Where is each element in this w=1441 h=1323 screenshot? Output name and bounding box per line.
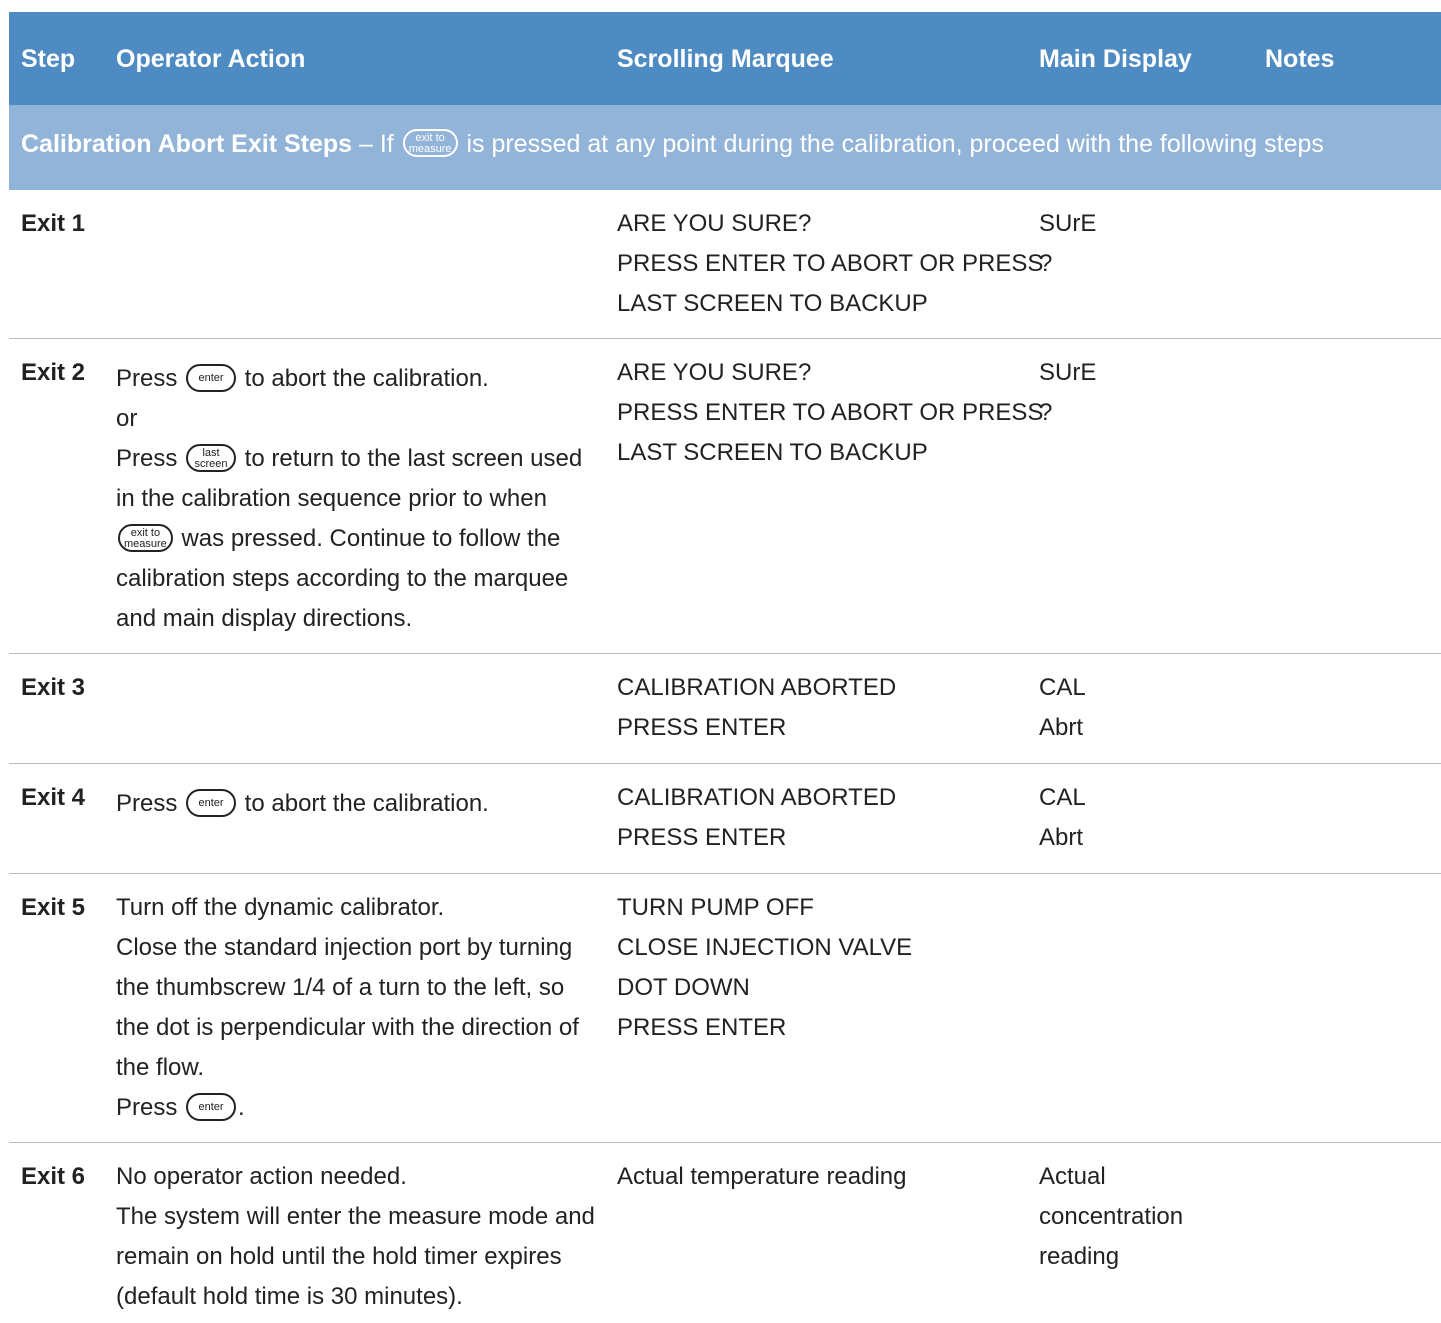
step-label: Exit 3 [21,674,86,701]
step-label: Exit 5 [21,894,86,921]
header-main-display: Main Display [1039,45,1192,73]
enter-key-icon: enter [186,788,237,817]
header-step: Step [21,45,76,73]
marquee-text: CALIBRATION ABORTED PRESS ENTER [617,784,897,851]
marquee-text: TURN PUMP OFF CLOSE INJECTION VALVE DOT … [617,894,913,1041]
marquee-text: ARE YOU SURE? PRESS ENTER TO ABORT OR PR… [617,359,1044,466]
table-header: Step Operator Action Scrolling Marquee M… [9,12,1441,105]
enter-key-icon: enter [186,1092,237,1121]
operator-action-text: Press enter to abort the calibration. [116,788,489,817]
section-title: Calibration Abort Exit Steps [21,130,353,158]
section-description: is pressed at any point during the calib… [459,130,1324,158]
main-display-text: SUrE ? [1039,210,1097,277]
operator-action-text: Press enter to abort the calibration. or… [116,363,583,632]
step-label: Exit 1 [21,210,86,237]
table-row: Exit 6 No operator action needed. The sy… [9,1143,1441,1323]
main-display-text: CAL Abrt [1039,784,1086,851]
calibration-abort-table: Step Operator Action Scrolling Marquee M… [9,12,1441,1323]
enter-key-icon: enter [186,363,237,392]
header-scrolling-marquee: Scrolling Marquee [617,45,834,73]
table-row: Exit 3 CALIBRATION ABORTED PRESS ENTER C… [9,654,1441,764]
main-display-text: SUrE ? [1039,359,1097,426]
section-dash: – If [352,130,401,158]
step-label: Exit 6 [21,1163,86,1190]
table-row: Exit 1 ARE YOU SURE? PRESS ENTER TO ABOR… [9,190,1441,339]
section-banner: Calibration Abort Exit Steps – If exit t… [9,105,1441,190]
table-row: Exit 2 Press enter to abort the calibrat… [9,339,1441,654]
marquee-text: ARE YOU SURE? PRESS ENTER TO ABORT OR PR… [617,210,1044,317]
step-label: Exit 2 [21,359,86,386]
marquee-text: CALIBRATION ABORTED PRESS ENTER [617,674,897,741]
exit-to-measure-key-icon: exit to measure [402,129,458,158]
table-row: Exit 4 Press enter to abort the calibrat… [9,764,1441,874]
last-screen-key-icon: last screen [186,443,237,472]
operator-action-text: Turn off the dynamic calibrator. Close t… [116,894,579,1121]
exit-to-measure-key-icon: exit to measure [118,523,173,552]
operator-action-text: No operator action needed. The system wi… [116,1163,595,1310]
header-operator-action: Operator Action [116,45,306,73]
main-display-text: Actual concentration reading [1039,1163,1184,1270]
step-label: Exit 4 [21,784,86,811]
main-display-text: CAL Abrt [1039,674,1086,741]
header-notes: Notes [1265,45,1335,73]
marquee-text: Actual temperature reading [617,1163,907,1190]
table-row: Exit 5 Turn off the dynamic calibrator. … [9,874,1441,1143]
